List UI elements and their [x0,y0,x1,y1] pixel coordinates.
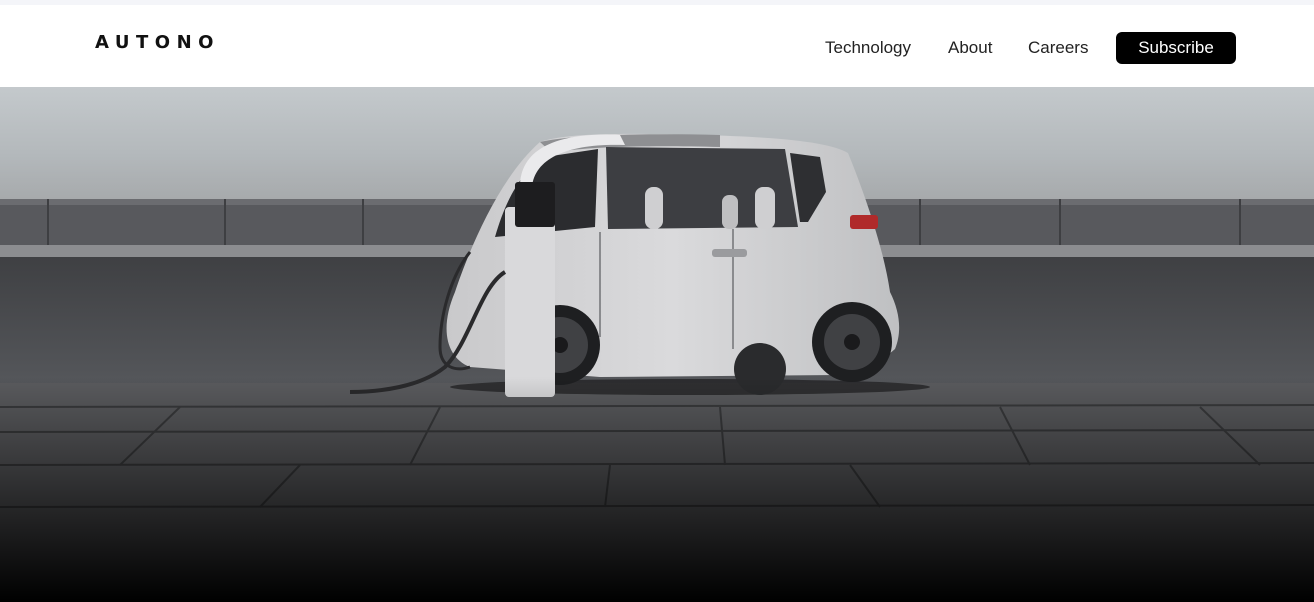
nav-link-careers[interactable]: Careers [1028,38,1088,58]
hero-image [0,87,1314,602]
subscribe-button[interactable]: Subscribe [1116,32,1236,64]
electric-car-charging-illustration [0,87,1314,602]
nav-link-technology[interactable]: Technology [825,38,911,58]
site-header: AUTONO Technology About Careers Subscrib… [0,0,1314,87]
brand-logo[interactable]: AUTONO [95,32,220,53]
nav-link-about[interactable]: About [948,38,992,58]
